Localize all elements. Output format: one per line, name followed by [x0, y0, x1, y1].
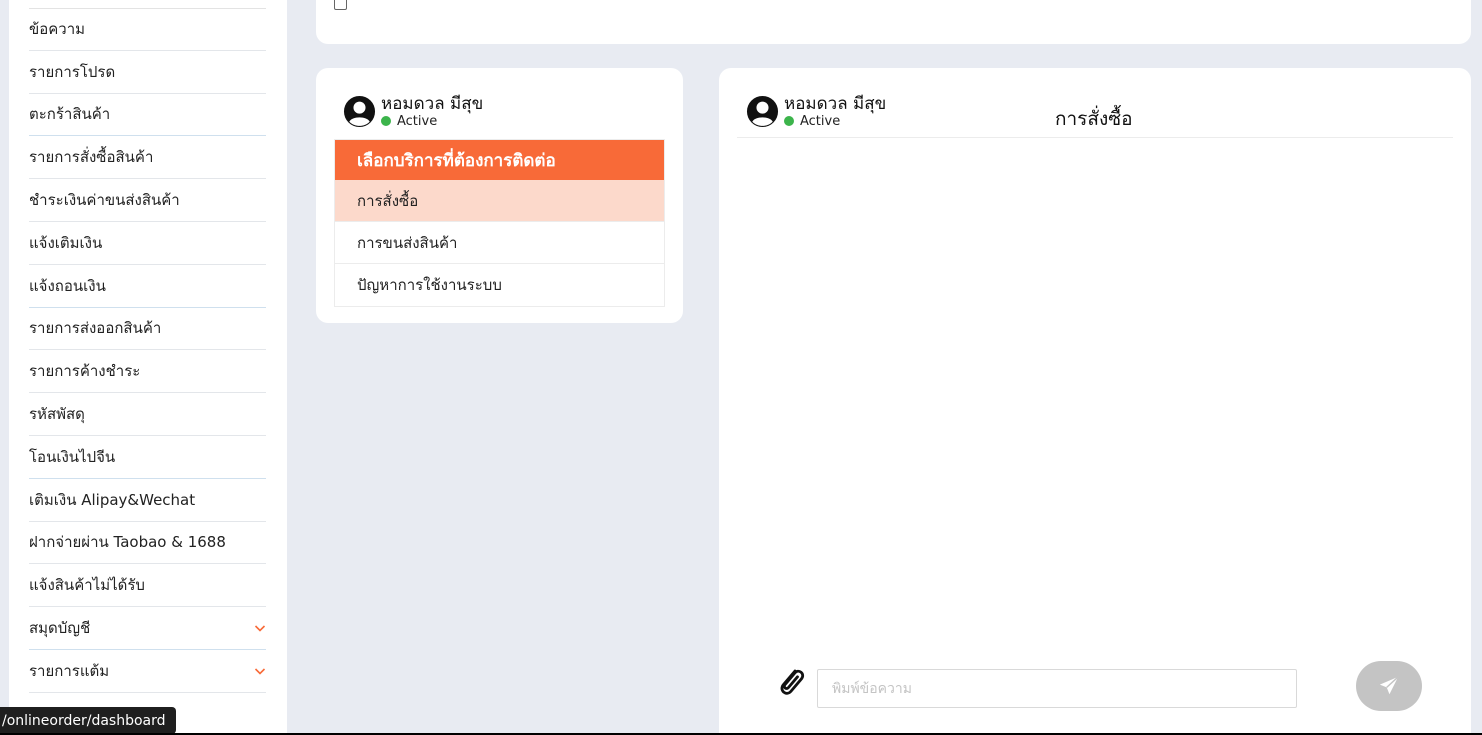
sidebar-item[interactable]: แจ้งถอนเงิน — [29, 265, 266, 308]
sidebar-item-label: สมุดบัญชี — [29, 619, 91, 638]
service-menu-item[interactable]: ปัญหาการใช้งานระบบ — [335, 264, 664, 306]
sidebar-item-label: รายการส่งออกสินค้า — [29, 319, 162, 338]
user-status: Active — [381, 115, 483, 128]
user-circle-icon — [746, 95, 779, 128]
send-button[interactable] — [1356, 661, 1422, 711]
sidebar-menu: ข้อความรายการโปรดตะกร้าสินค้ารายการสั่งซ… — [29, 8, 266, 693]
status-dot — [381, 116, 391, 126]
sidebar-item-label: รหัสพัสดุ — [29, 405, 85, 424]
sidebar-item[interactable]: เติมเงิน Alipay&Wechat — [29, 479, 266, 522]
sidebar-item[interactable]: ข้อความ — [29, 8, 266, 51]
sidebar-item-label: ข้อความ — [29, 19, 86, 38]
sidebar-item-label: รายการแต้ม — [29, 661, 110, 680]
sidebar-item[interactable]: ฝากจ่ายผ่าน Taobao & 1688 — [29, 522, 266, 565]
sidebar-item[interactable]: รายการส่งออกสินค้า — [29, 308, 266, 351]
service-menu-item-label: การสั่งซื้อ — [357, 191, 419, 210]
sidebar-item-label: โอนเงินไปจีน — [29, 447, 116, 466]
service-menu: เลือกบริการที่ต้องการติดต่อ การสั่งซื้อก… — [334, 139, 665, 307]
chat-user-status: Active — [784, 115, 886, 128]
service-menu-item[interactable]: การขนส่งสินค้า — [335, 222, 664, 264]
sidebar-item[interactable]: รายการสั่งซื้อสินค้า — [29, 136, 266, 180]
sidebar-item[interactable]: โอนเงินไปจีน — [29, 436, 266, 479]
sidebar-item-label: รายการสั่งซื้อสินค้า — [29, 148, 154, 167]
sidebar-item-label: แจ้งถอนเงิน — [29, 276, 106, 295]
status-label: Active — [800, 113, 841, 129]
user-info: หอมดวล มีสุข Active — [343, 95, 483, 128]
sidebar-item[interactable]: ชำระเงินค่าขนส่งสินค้า — [29, 179, 266, 222]
status-url-tooltip: /onlineorder/dashboard — [0, 707, 176, 734]
sidebar-item[interactable]: สมุดบัญชี — [29, 607, 266, 650]
sidebar-item[interactable]: รหัสพัสดุ — [29, 393, 266, 436]
user-name: หอมดวล มีสุข — [381, 93, 484, 114]
paperclip-icon[interactable] — [774, 664, 806, 698]
message-input[interactable] — [817, 669, 1297, 708]
top-card — [316, 0, 1471, 44]
chat-user-info: หอมดวล มีสุข Active — [746, 95, 886, 128]
service-panel: หอมดวล มีสุข Active เลือกบริการที่ต้องกา… — [316, 68, 683, 323]
service-menu-header: เลือกบริการที่ต้องการติดต่อ — [335, 140, 664, 180]
sidebar-item-label: ฝากจ่ายผ่าน Taobao & 1688 — [29, 533, 226, 552]
user-circle-icon — [343, 95, 376, 128]
service-menu-item-label: ปัญหาการใช้งานระบบ — [357, 276, 502, 294]
checkbox[interactable] — [334, 0, 347, 10]
service-menu-item-label: การขนส่งสินค้า — [357, 233, 458, 252]
sidebar-item-label: แจ้งสินค้าไม่ได้รับ — [29, 576, 145, 595]
sidebar-item[interactable]: รายการแต้ม — [29, 650, 266, 693]
sidebar-item[interactable]: แจ้งเติมเงิน — [29, 222, 266, 265]
chat-user-name: หอมดวล มีสุข — [784, 93, 887, 114]
sidebar-item-label: รายการโปรด — [29, 62, 116, 81]
service-menu-item[interactable]: การสั่งซื้อ — [335, 180, 664, 222]
paper-plane-icon — [1378, 675, 1400, 697]
chevron-down-icon[interactable] — [254, 622, 266, 634]
sidebar-item-label: รายการค้างชำระ — [29, 362, 141, 381]
sidebar-item-label: แจ้งเติมเงิน — [29, 233, 103, 252]
chevron-down-icon[interactable] — [254, 665, 266, 677]
chat-title: การสั่งซื้อ — [1055, 108, 1133, 130]
status-label: Active — [397, 113, 438, 129]
sidebar-item[interactable]: รายการโปรด — [29, 51, 266, 94]
sidebar-item[interactable]: แจ้งสินค้าไม่ได้รับ — [29, 564, 266, 608]
sidebar-item[interactable]: ตะกร้าสินค้า — [29, 94, 266, 137]
chat-panel: หอมดวล มีสุข Active การสั่งซื้อ — [719, 68, 1471, 735]
chat-divider — [737, 137, 1453, 138]
sidebar-item-label: เติมเงิน Alipay&Wechat — [29, 490, 196, 509]
sidebar-item[interactable]: รายการค้างชำระ — [29, 350, 266, 394]
sidebar: ข้อความรายการโปรดตะกร้าสินค้ารายการสั่งซ… — [9, 0, 287, 735]
sidebar-item-label: ตะกร้าสินค้า — [29, 105, 111, 124]
sidebar-item-label: ชำระเงินค่าขนส่งสินค้า — [29, 191, 180, 210]
status-dot — [784, 116, 794, 126]
